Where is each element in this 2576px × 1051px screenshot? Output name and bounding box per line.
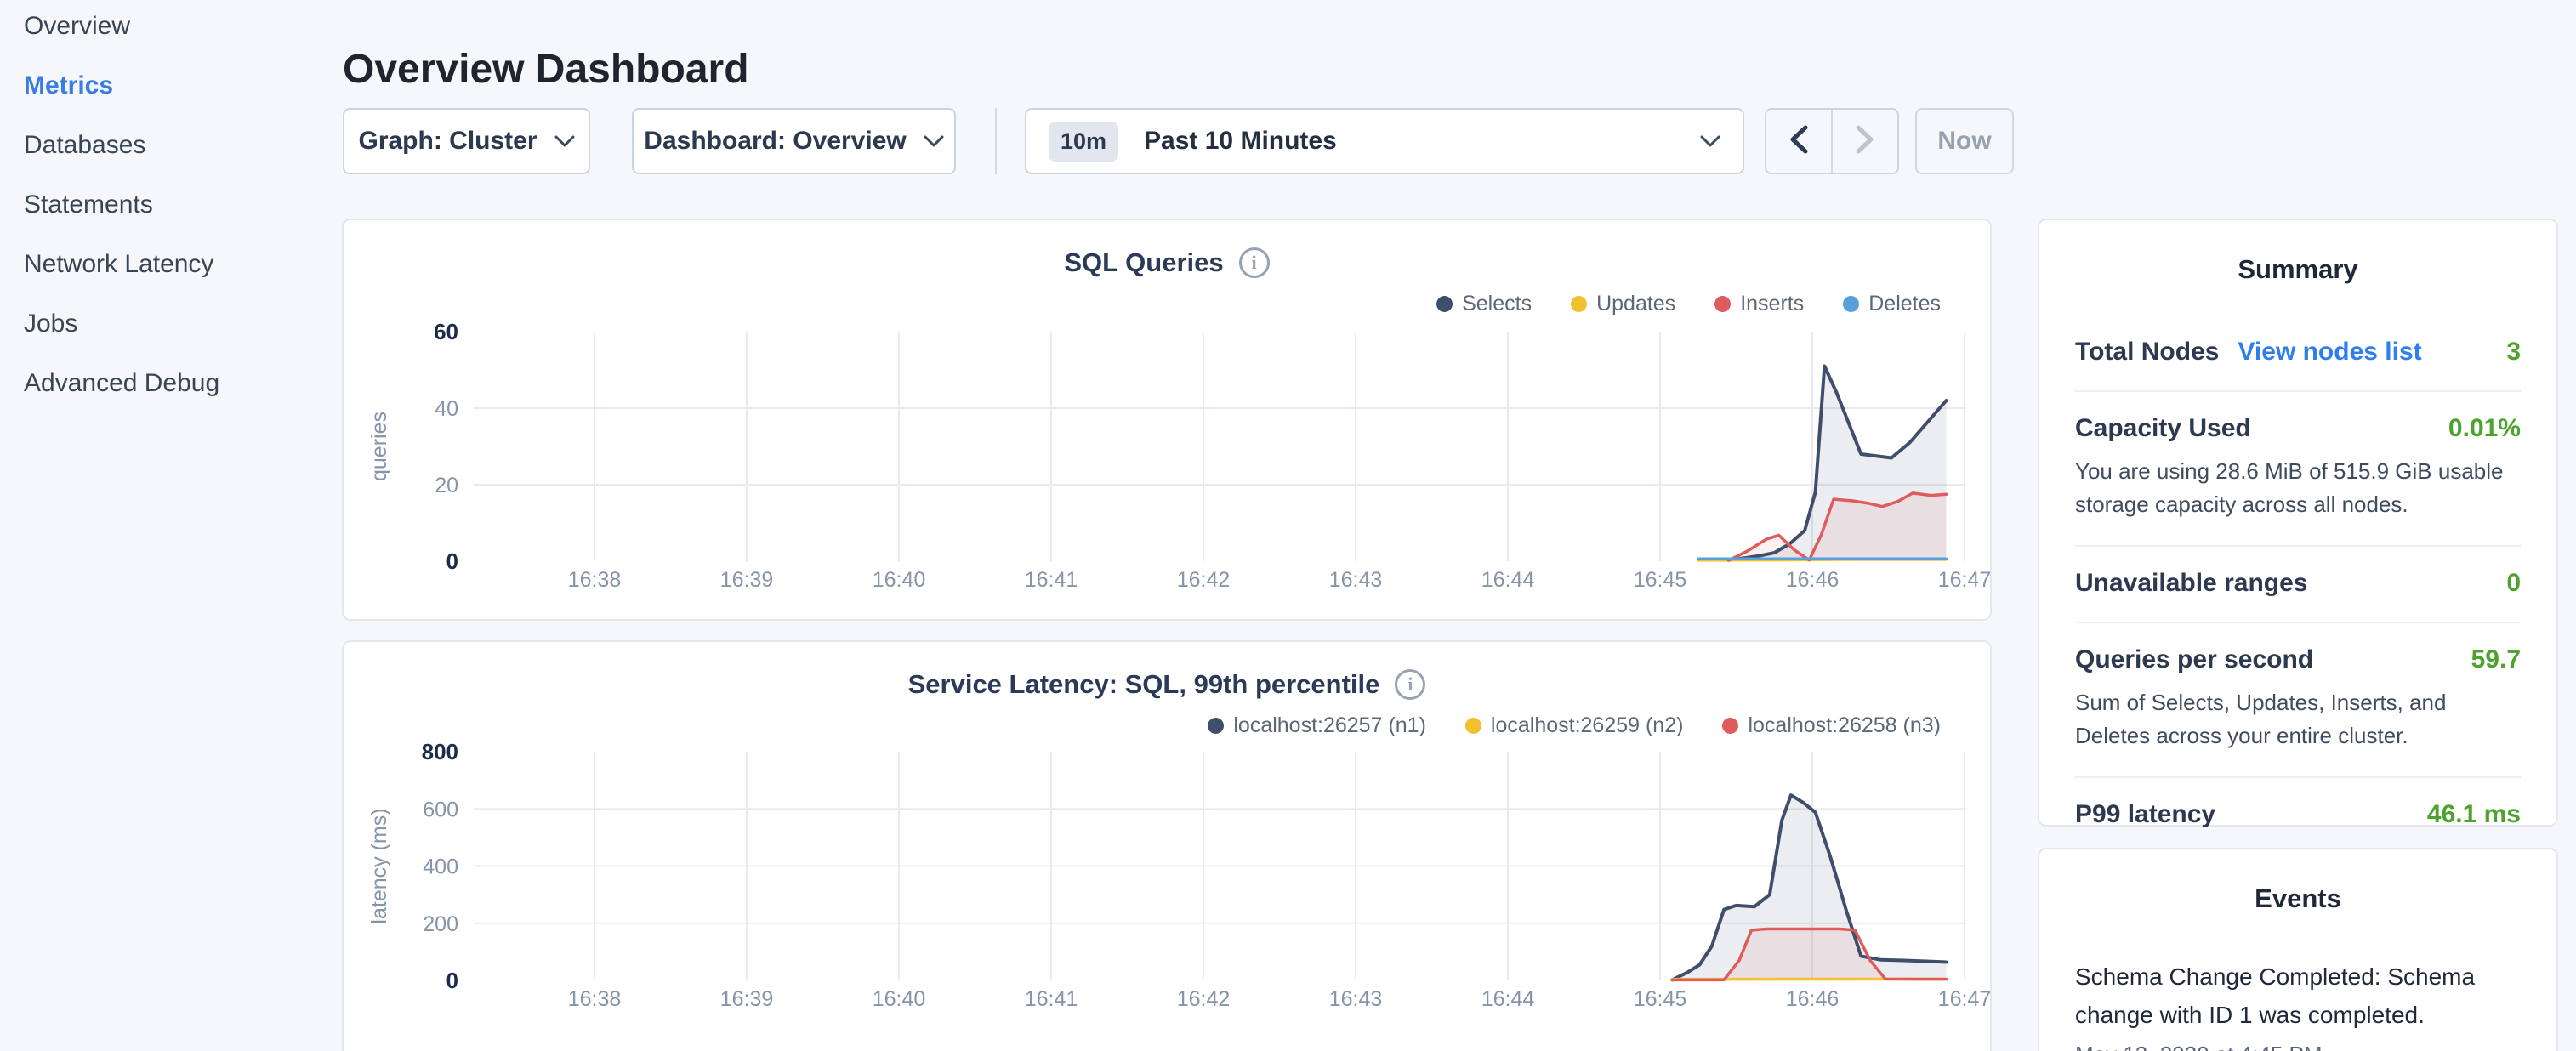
sidebar-item-statements[interactable]: Statements <box>0 192 340 218</box>
admin-ui-page: Overview Metrics Databases Statements Networ… <box>0 0 2576 1051</box>
time-step-buttons <box>1765 108 1899 174</box>
now-button[interactable]: Now <box>1915 108 2014 174</box>
svg-text:16:40: 16:40 <box>873 987 926 1011</box>
events-title: Events <box>2075 883 2521 914</box>
summary-row-subtext: Sum of Selects, Updates, Inserts, and De… <box>2075 686 2521 753</box>
svg-text:16:39: 16:39 <box>720 987 774 1011</box>
sidebar-item-jobs[interactable]: Jobs <box>0 311 340 337</box>
summary-row-total-nodes: Total Nodes View nodes list 3 <box>2075 338 2521 366</box>
svg-text:16:38: 16:38 <box>568 987 622 1011</box>
svg-text:60: 60 <box>434 319 458 344</box>
dashboard-dropdown-label: Dashboard: Overview <box>644 127 906 156</box>
divider <box>2075 545 2521 547</box>
events-card: Events Schema Change Completed: Schema c… <box>2038 848 2558 1051</box>
summary-row-queries-per-second: Queries per second 59.7 <box>2075 645 2521 674</box>
svg-text:600: 600 <box>423 798 458 821</box>
svg-text:16:41: 16:41 <box>1025 568 1078 592</box>
svg-text:16:39: 16:39 <box>720 568 774 592</box>
svg-text:20: 20 <box>435 474 458 497</box>
dashboard-dropdown[interactable]: Dashboard: Overview <box>632 108 956 174</box>
chevron-down-icon <box>554 135 575 147</box>
sidebar-item-advanced-debug[interactable]: Advanced Debug <box>0 371 340 396</box>
divider <box>2075 622 2521 623</box>
graph-scope-dropdown[interactable]: Graph: Cluster <box>343 108 590 174</box>
summary-row-label: Total Nodes <box>2075 338 2219 366</box>
summary-row-capacity-used: Capacity Used 0.01% <box>2075 414 2521 443</box>
sql-queries-chart-card: SQL Queries i SelectsUpdatesInsertsDelet… <box>342 219 1992 621</box>
view-nodes-list-link[interactable]: View nodes list <box>2238 338 2421 366</box>
svg-text:16:44: 16:44 <box>1481 987 1535 1011</box>
sidebar-item-metrics[interactable]: Metrics <box>0 73 340 99</box>
summary-row-value: 0.01% <box>2448 414 2521 443</box>
svg-text:0: 0 <box>446 548 458 574</box>
step-forward-button[interactable] <box>1831 110 1897 173</box>
time-range-badge: 10m <box>1049 122 1118 162</box>
svg-text:16:45: 16:45 <box>1634 568 1687 592</box>
svg-text:40: 40 <box>435 397 458 421</box>
chevron-right-icon <box>1856 125 1874 158</box>
service-latency-chart-card: Service Latency: SQL, 99th percentile i … <box>342 640 1992 1051</box>
service-latency-chart-plot[interactable]: 16:38 16:39 16:40 16:41 16:42 16:43 16:44 16:45… <box>344 642 1990 1051</box>
svg-text:16:44: 16:44 <box>1481 568 1535 592</box>
summary-title: Summary <box>2075 254 2521 285</box>
time-range-dropdown[interactable]: 10m Past 10 Minutes <box>1025 108 1744 174</box>
sql-queries-chart-plot[interactable]: 16:38 16:39 16:40 16:41 16:42 16:43 16:44 16:45… <box>344 220 1990 619</box>
svg-text:0: 0 <box>446 968 458 993</box>
divider <box>2075 776 2521 778</box>
summary-row-value: 0 <box>2506 569 2521 598</box>
svg-text:16:41: 16:41 <box>1025 987 1078 1011</box>
svg-text:16:45: 16:45 <box>1634 987 1687 1011</box>
summary-row-unavailable-ranges: Unavailable ranges 0 <box>2075 569 2521 598</box>
chevron-left-icon <box>1789 125 1808 158</box>
summary-row-label: Queries per second <box>2075 645 2313 674</box>
graph-scope-dropdown-label: Graph: Cluster <box>358 127 537 156</box>
summary-row-value: 46.1 ms <box>2427 800 2521 829</box>
chevron-down-icon <box>1700 135 1720 147</box>
svg-text:16:43: 16:43 <box>1329 987 1383 1011</box>
svg-text:latency (ms): latency (ms) <box>367 808 391 923</box>
sidebar-item-overview[interactable]: Overview <box>0 14 340 39</box>
svg-text:16:40: 16:40 <box>873 568 926 592</box>
event-item-text: Schema Change Completed: Schema change w… <box>2075 958 2521 1035</box>
svg-text:200: 200 <box>423 912 458 936</box>
summary-row-label: Capacity Used <box>2075 414 2251 443</box>
page-title: Overview Dashboard <box>343 46 749 93</box>
summary-row-label: Unavailable ranges <box>2075 569 2307 598</box>
controls-divider <box>995 108 997 174</box>
svg-text:16:42: 16:42 <box>1177 987 1231 1011</box>
summary-card: Summary Total Nodes View nodes list 3 Ca… <box>2038 219 2558 827</box>
summary-row-subtext: You are using 28.6 MiB of 515.9 GiB usab… <box>2075 455 2521 521</box>
chevron-down-icon <box>924 135 944 147</box>
summary-row-p99-latency: P99 latency 46.1 ms <box>2075 800 2521 829</box>
svg-text:16:43: 16:43 <box>1329 568 1383 592</box>
event-item-timestamp: May 13, 2020 at 4:45 PM <box>2075 1042 2521 1051</box>
svg-text:400: 400 <box>423 855 458 879</box>
summary-row-value: 59.7 <box>2471 645 2521 674</box>
summary-row-label: P99 latency <box>2075 800 2215 829</box>
svg-text:16:42: 16:42 <box>1177 568 1231 592</box>
sidebar-item-databases[interactable]: Databases <box>0 133 340 158</box>
time-range-label: Past 10 Minutes <box>1144 127 1337 156</box>
svg-text:16:46: 16:46 <box>1786 987 1840 1011</box>
sidebar-nav: Overview Metrics Databases Statements Networ… <box>0 0 340 1051</box>
svg-text:16:47: 16:47 <box>1938 568 1990 592</box>
step-back-button[interactable] <box>1766 110 1831 173</box>
controls-row: Graph: Cluster Dashboard: Overview 10m P… <box>343 108 2014 174</box>
svg-text:16:38: 16:38 <box>568 568 622 592</box>
sidebar-item-network-latency[interactable]: Network Latency <box>0 252 340 277</box>
summary-row-value: 3 <box>2506 338 2521 366</box>
svg-text:800: 800 <box>422 739 458 764</box>
divider <box>2075 390 2521 392</box>
svg-text:queries: queries <box>367 412 391 481</box>
svg-text:16:46: 16:46 <box>1786 568 1840 592</box>
svg-text:16:47: 16:47 <box>1938 987 1990 1011</box>
